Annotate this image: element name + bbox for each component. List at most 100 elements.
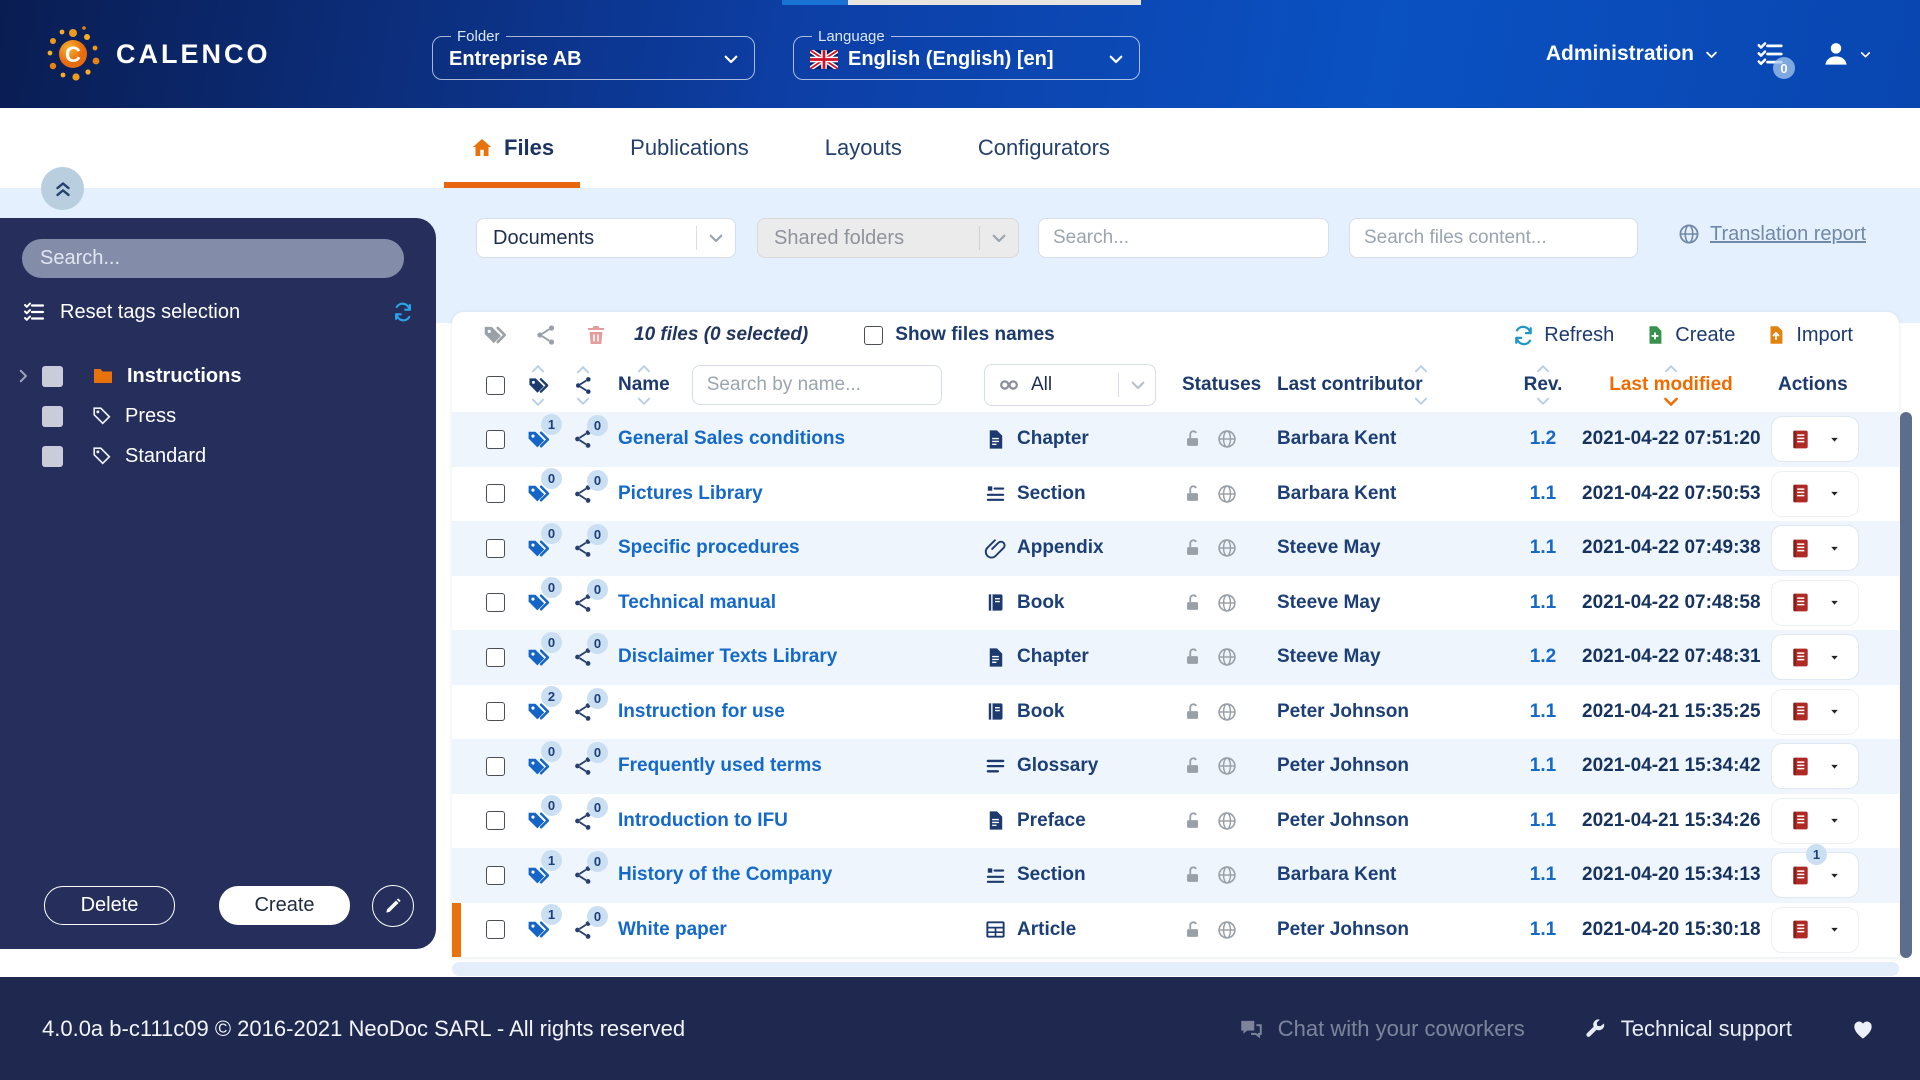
tree-checkbox[interactable] <box>42 366 63 387</box>
create-tag-button[interactable]: Create <box>219 886 350 925</box>
sort-by-contributor[interactable]: Last contributor <box>1277 364 1518 406</box>
lock-open-icon[interactable] <box>1182 810 1204 832</box>
show-files-names-checkbox[interactable] <box>864 326 883 345</box>
bulk-tag-icon[interactable] <box>482 322 508 348</box>
row-actions-button[interactable] <box>1772 744 1858 788</box>
caret-down-icon[interactable] <box>1828 542 1841 555</box>
sort-by-name[interactable]: Name <box>618 364 670 406</box>
caret-down-icon[interactable] <box>1828 760 1841 773</box>
caret-down-icon[interactable] <box>1828 433 1841 446</box>
file-name-link[interactable]: Frequently used terms <box>606 755 976 777</box>
revision-link[interactable]: 1.1 <box>1518 592 1568 614</box>
row-tags-button[interactable]: 1 <box>516 863 560 888</box>
table-row[interactable]: 1 0 History of the Company Section Barba… <box>452 848 1899 903</box>
revision-link[interactable]: 1.2 <box>1518 646 1568 668</box>
caret-down-icon[interactable] <box>1828 869 1841 882</box>
row-checkbox[interactable] <box>486 757 516 776</box>
lock-open-icon[interactable] <box>1182 483 1204 505</box>
publication-red-icon[interactable] <box>1789 864 1812 887</box>
table-row[interactable]: 0 0 Disclaimer Texts Library Chapter Ste… <box>452 630 1899 685</box>
revision-link[interactable]: 1.1 <box>1518 537 1568 559</box>
import-file-button[interactable]: Import <box>1765 324 1853 347</box>
table-row[interactable]: 1 0 General Sales conditions Chapter Bar… <box>452 412 1899 467</box>
revision-link[interactable]: 1.1 <box>1518 810 1568 832</box>
chevron-right-icon[interactable] <box>14 367 40 385</box>
file-name-link[interactable]: Instruction for use <box>606 701 976 723</box>
lock-open-icon[interactable] <box>1182 919 1204 941</box>
refresh-tags-icon[interactable] <box>392 301 414 323</box>
tree-item-standard[interactable]: Standard <box>0 436 436 476</box>
tasks-button[interactable]: 0 <box>1755 39 1785 69</box>
type-filter-select[interactable]: All <box>984 364 1156 406</box>
shared-folders-select[interactable]: Shared folders <box>757 218 1019 258</box>
globe-status-icon[interactable] <box>1216 646 1238 668</box>
tab-publications[interactable]: Publications <box>604 108 775 188</box>
file-name-link[interactable]: Disclaimer Texts Library <box>606 646 976 668</box>
vertical-scrollbar[interactable] <box>1900 412 1912 958</box>
publication-red-icon[interactable] <box>1789 428 1812 451</box>
table-row[interactable]: 0 0 Specific procedures Appendix Steeve … <box>452 521 1899 576</box>
row-tags-button[interactable]: 0 <box>516 481 560 506</box>
row-actions-button[interactable] <box>1772 581 1858 625</box>
lock-open-icon[interactable] <box>1182 864 1204 886</box>
globe-status-icon[interactable] <box>1216 701 1238 723</box>
file-name-link[interactable]: History of the Company <box>606 864 976 886</box>
sort-by-tags[interactable] <box>527 364 550 407</box>
file-name-link[interactable]: Pictures Library <box>606 483 976 505</box>
row-actions-button[interactable] <box>1772 690 1858 734</box>
table-row[interactable]: 0 0 Frequently used terms Glossary Peter… <box>452 739 1899 794</box>
table-row[interactable]: 0 0 Technical manual Book Steeve May 1.1… <box>452 576 1899 631</box>
table-row[interactable]: 1 0 White paper Article Peter Johnson 1.… <box>452 903 1899 958</box>
table-row[interactable]: 0 0 Introduction to IFU Preface Peter Jo… <box>452 794 1899 849</box>
row-tags-button[interactable]: 0 <box>516 590 560 615</box>
globe-status-icon[interactable] <box>1216 592 1238 614</box>
caret-down-icon[interactable] <box>1828 487 1841 500</box>
file-name-link[interactable]: General Sales conditions <box>606 428 976 450</box>
administration-menu[interactable]: Administration <box>1546 42 1719 66</box>
globe-status-icon[interactable] <box>1216 864 1238 886</box>
lock-open-icon[interactable] <box>1182 537 1204 559</box>
row-share-button[interactable]: 0 <box>560 864 606 886</box>
row-actions-button[interactable] <box>1772 908 1858 952</box>
row-share-button[interactable]: 0 <box>560 592 606 614</box>
revision-link[interactable]: 1.1 <box>1518 864 1568 886</box>
revision-link[interactable]: 1.1 <box>1518 483 1568 505</box>
row-checkbox[interactable] <box>486 648 516 667</box>
publication-red-icon[interactable] <box>1789 918 1812 941</box>
heart-icon[interactable] <box>1850 1016 1876 1042</box>
lock-open-icon[interactable] <box>1182 646 1204 668</box>
row-share-button[interactable]: 0 <box>560 755 606 777</box>
brand-logo[interactable]: C CALENCO <box>40 21 340 87</box>
row-checkbox[interactable] <box>486 593 516 612</box>
row-share-button[interactable]: 0 <box>560 646 606 668</box>
publication-red-icon[interactable] <box>1789 700 1812 723</box>
row-tags-button[interactable]: 0 <box>516 754 560 779</box>
bulk-share-icon[interactable] <box>534 323 558 347</box>
chat-link[interactable]: Chat with your coworkers <box>1238 1016 1525 1042</box>
lock-open-icon[interactable] <box>1182 701 1204 723</box>
row-tags-button[interactable]: 1 <box>516 917 560 942</box>
files-content-search-input[interactable] <box>1349 218 1638 258</box>
tab-files[interactable]: Files <box>444 108 580 188</box>
lock-open-icon[interactable] <box>1182 755 1204 777</box>
caret-down-icon[interactable] <box>1828 814 1841 827</box>
row-checkbox[interactable] <box>486 811 516 830</box>
row-tags-button[interactable]: 0 <box>516 536 560 561</box>
revision-link[interactable]: 1.1 <box>1518 701 1568 723</box>
bulk-delete-icon[interactable] <box>584 323 608 347</box>
documents-type-select[interactable]: Documents <box>476 218 736 258</box>
tree-item-press[interactable]: Press <box>0 396 436 436</box>
row-actions-button[interactable] <box>1772 417 1858 461</box>
globe-status-icon[interactable] <box>1216 919 1238 941</box>
sidebar-collapse-button[interactable] <box>41 167 84 210</box>
horizontal-scrollbar[interactable] <box>452 962 1899 976</box>
row-actions-button[interactable] <box>1772 472 1858 516</box>
file-name-link[interactable]: Technical manual <box>606 592 976 614</box>
row-actions-button[interactable] <box>1772 526 1858 570</box>
sort-by-rev[interactable]: Rev. <box>1524 364 1563 406</box>
caret-down-icon[interactable] <box>1828 923 1841 936</box>
row-checkbox[interactable] <box>486 539 516 558</box>
create-file-button[interactable]: Create <box>1644 324 1735 347</box>
tags-search-input[interactable] <box>22 239 404 278</box>
technical-support-link[interactable]: Technical support <box>1583 1016 1792 1042</box>
